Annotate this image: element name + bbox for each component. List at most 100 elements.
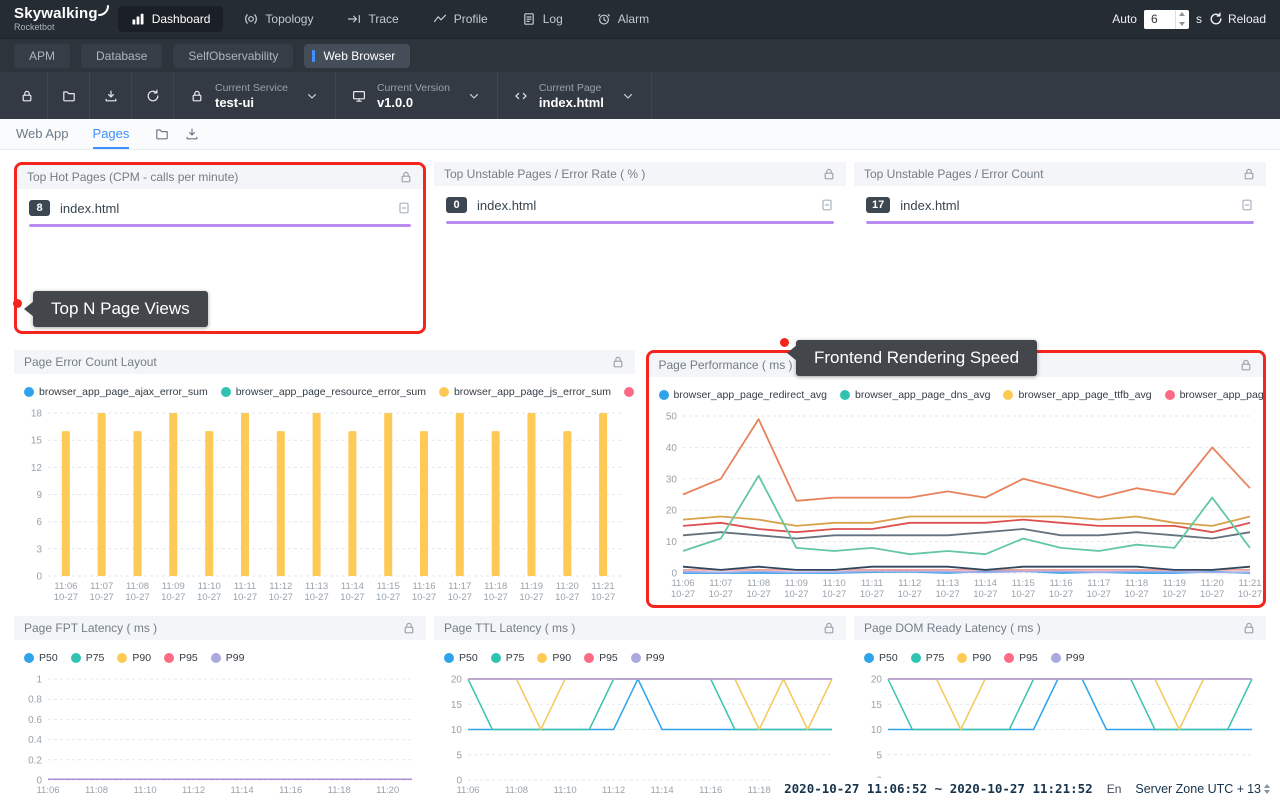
bottom-charts-row: Page FPT Latency ( ms )P50P75P90P95P9900… [14, 616, 1266, 802]
legend-item-browser-app-page-redirect-avg[interactable]: browser_app_page_redirect_avg [659, 389, 828, 401]
legend-item-browser-app-page-ajax-error-sum[interactable]: browser_app_page_ajax_error_sum [24, 386, 208, 398]
nav-label: Trace [368, 12, 398, 26]
group-tab-web-browser[interactable]: Web Browser [304, 44, 410, 68]
group-tab-selfobservability[interactable]: SelfObservability [173, 44, 293, 68]
toolbar-lock-icon-button[interactable] [6, 72, 48, 119]
svg-text:10-27: 10-27 [784, 589, 808, 600]
legend-item-p50[interactable]: P50 [24, 652, 58, 664]
group-tab-apm[interactable]: APM [14, 44, 70, 68]
tab-web-app[interactable]: Web App [16, 119, 69, 149]
svg-text:0.8: 0.8 [28, 695, 42, 706]
server-zone-control: Server Zone UTC +13 [1135, 782, 1270, 796]
legend-item-browser-app-page-tcp-avg[interactable]: browser_app_page_tcp_avg [1165, 389, 1263, 401]
svg-text:11:16: 11:16 [279, 785, 302, 796]
legend-item-p99[interactable]: P99 [211, 652, 245, 664]
svg-text:9: 9 [36, 490, 42, 501]
nav-topology[interactable]: Topology [231, 6, 326, 32]
legend-item-p75[interactable]: P75 [71, 652, 105, 664]
chevron-down-icon [305, 89, 319, 103]
chart-legend: browser_app_page_redirect_avg browser_app… [649, 377, 1264, 406]
nav-profile[interactable]: Profile [420, 6, 501, 32]
legend-item-p90[interactable]: P90 [117, 652, 151, 664]
logo-title: Skywalking [14, 6, 98, 21]
svg-text:10-27: 10-27 [555, 592, 579, 603]
auto-interval-input[interactable] [1144, 10, 1175, 29]
panel-header: Top Hot Pages (CPM - calls per minute) [17, 165, 423, 189]
nav-dashboard[interactable]: Dashboard [118, 6, 224, 32]
svg-text:10-27: 10-27 [1237, 589, 1261, 600]
legend-item-browser-app-page-dns-avg[interactable]: browser_app_page_dns_avg [840, 389, 990, 401]
legend-item-browser-app-page-resource-error-sum[interactable]: browser_app_page_resource_error_sum [221, 386, 426, 398]
legend-item-p99[interactable]: P99 [631, 652, 665, 664]
legend-item-p95[interactable]: P95 [164, 652, 198, 664]
selector-current-version[interactable]: Current Versionv1.0.0 [336, 72, 498, 119]
language-toggle[interactable]: En [1107, 782, 1122, 796]
svg-text:10-27: 10-27 [484, 592, 508, 603]
panel-top-unstable-pages-error-rate: Top Unstable Pages / Error Rate ( % )0in… [434, 162, 846, 334]
stepper-up-icon[interactable] [1176, 10, 1189, 20]
legend-item-p75[interactable]: P75 [491, 652, 525, 664]
svg-text:11:18: 11:18 [328, 785, 351, 796]
value-bar [446, 221, 834, 224]
reload-button[interactable]: Reload [1209, 12, 1266, 26]
selector-current-page[interactable]: Current Pageindex.html [498, 72, 652, 119]
toplist-row[interactable]: 17index.html [854, 186, 1266, 213]
panel-header: Page TTL Latency ( ms ) [434, 616, 846, 640]
legend-item-p90[interactable]: P90 [537, 652, 571, 664]
zone-down-icon[interactable] [1264, 790, 1270, 794]
legend-item-p75[interactable]: P75 [911, 652, 945, 664]
app-logo[interactable]: Skywalking Rocketbot [14, 6, 98, 32]
legend-item-browser-app-page-js-error-sum[interactable]: browser_app_page_js_error_sum [439, 386, 611, 398]
page_performance-plot: 0102030405011:0610-2711:0710-2711:0810-2… [649, 406, 1264, 605]
page-tabs: Web App Pages [0, 119, 1280, 150]
toolbar-download-icon-button[interactable] [90, 72, 132, 119]
legend-item-p95[interactable]: P95 [584, 652, 618, 664]
lock-icon [822, 621, 836, 635]
svg-text:11:18: 11:18 [748, 785, 771, 796]
toolbar-refresh-icon-button[interactable] [132, 72, 174, 119]
selector-current-service[interactable]: Current Servicetest-ui [174, 72, 336, 119]
svg-text:11:19: 11:19 [520, 581, 543, 592]
topology-icon [244, 12, 258, 26]
nav-trace[interactable]: Trace [334, 6, 411, 32]
nav-log[interactable]: Log [509, 6, 576, 32]
svg-text:11:06: 11:06 [671, 578, 694, 589]
svg-text:10-27: 10-27 [822, 589, 846, 600]
annotation-label: Top N Page Views [51, 299, 190, 318]
legend-label: P75 [86, 652, 105, 664]
svg-text:11:16: 11:16 [1049, 578, 1072, 589]
panel-title: Top Unstable Pages / Error Count [864, 167, 1043, 181]
group-tab-database[interactable]: Database [81, 44, 162, 68]
lock-icon [1239, 358, 1253, 372]
legend-dot [957, 653, 967, 663]
stepper-down-icon[interactable] [1176, 19, 1189, 29]
svg-text:10-27: 10-27 [708, 589, 732, 600]
legend-item-p95[interactable]: P95 [1004, 652, 1038, 664]
svg-text:11:14: 11:14 [231, 785, 254, 796]
nav-label: Dashboard [152, 12, 211, 26]
legend-dot [584, 653, 594, 663]
legend-item-browser-a[interactable]: browser_a [624, 386, 635, 398]
time-range-value[interactable]: 2020-10-27 11:06:52 ~ 2020-10-27 11:21:5… [784, 781, 1093, 796]
svg-text:10: 10 [665, 537, 677, 548]
toplist-row[interactable]: 8index.html [17, 189, 423, 216]
toolbar-folder-icon-button[interactable] [48, 72, 90, 119]
toplist-row[interactable]: 0index.html [434, 186, 846, 213]
tab-pages[interactable]: Pages [93, 119, 130, 149]
selector-value: index.html [539, 95, 604, 110]
svg-text:5: 5 [876, 750, 882, 761]
count-badge: 8 [29, 200, 50, 216]
nav-alarm[interactable]: Alarm [584, 6, 662, 32]
legend-item-p99[interactable]: P99 [1051, 652, 1085, 664]
legend-item-p90[interactable]: P90 [957, 652, 991, 664]
lock-icon [190, 89, 204, 103]
legend-item-p50[interactable]: P50 [444, 652, 478, 664]
legend-item-browser-app-page-ttfb-avg[interactable]: browser_app_page_ttfb_avg [1003, 389, 1151, 401]
nav-label: Log [543, 12, 563, 26]
panel-title: Page DOM Ready Latency ( ms ) [864, 621, 1041, 635]
legend-label: P95 [179, 652, 198, 664]
lock-icon [402, 621, 416, 635]
legend-item-p50[interactable]: P50 [864, 652, 898, 664]
svg-text:11:12: 11:12 [269, 581, 292, 592]
zone-up-icon[interactable] [1264, 784, 1270, 788]
